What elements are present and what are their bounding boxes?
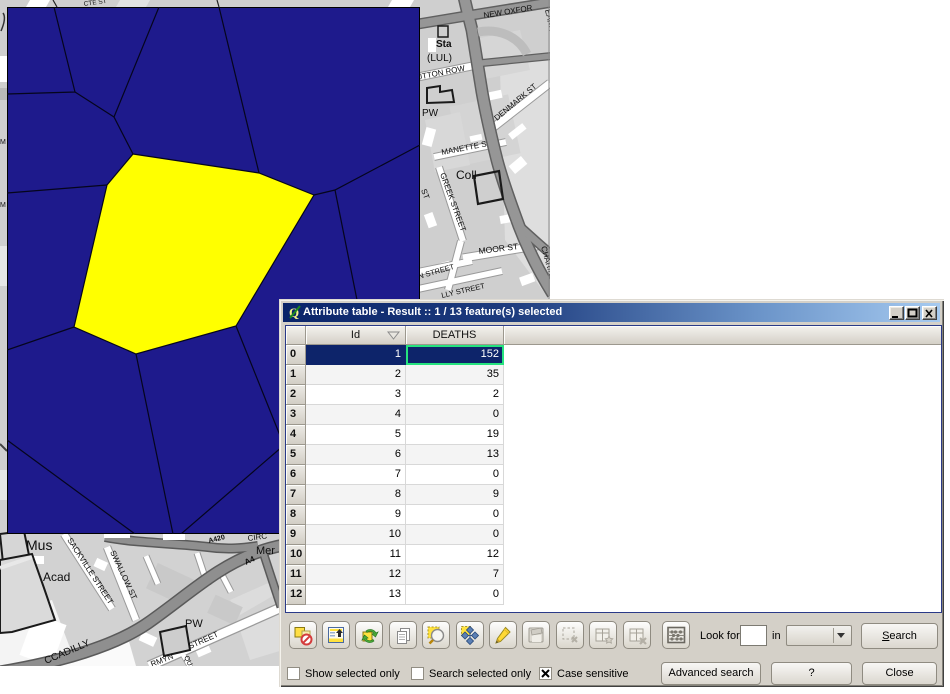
svg-text:PW: PW bbox=[422, 108, 439, 119]
svg-text:Coll: Coll bbox=[456, 168, 477, 182]
svg-text:Sta: Sta bbox=[436, 39, 452, 50]
svg-text:PW: PW bbox=[185, 618, 203, 630]
svg-text:Acad: Acad bbox=[43, 570, 70, 584]
svg-text:Mus: Mus bbox=[26, 537, 52, 553]
svg-text:(LUL): (LUL) bbox=[427, 53, 452, 64]
svg-text:M: M bbox=[0, 202, 6, 209]
svg-text:M: M bbox=[0, 139, 6, 146]
svg-text:Mer: Mer bbox=[256, 545, 275, 557]
